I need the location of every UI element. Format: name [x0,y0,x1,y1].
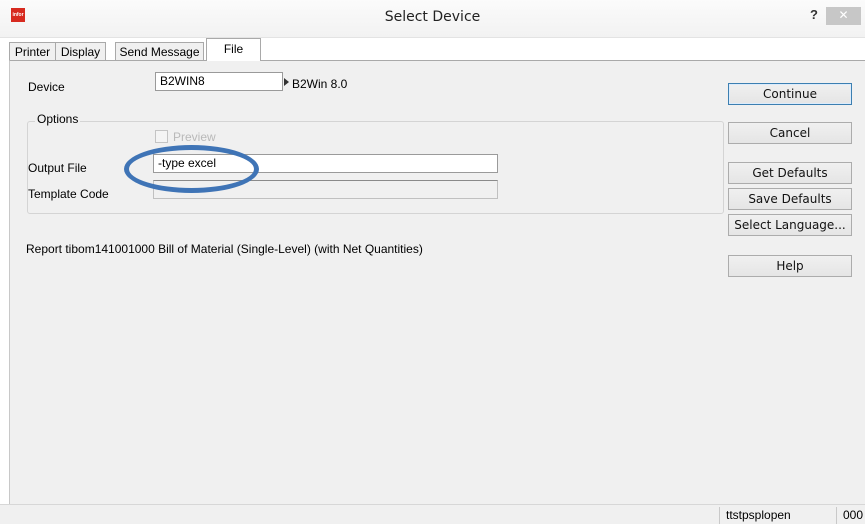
preview-checkbox[interactable] [155,130,168,143]
help-icon[interactable]: ? [803,6,825,26]
tab-display[interactable]: Display [55,42,106,60]
status-bar: ttstpsplopen 000 [0,504,865,524]
continue-button[interactable]: Continue [728,83,852,105]
output-file-input[interactable]: -type excel [153,154,498,173]
device-field[interactable]: B2WIN8 [155,72,283,91]
tab-send-message[interactable]: Send Message [115,42,204,60]
save-defaults-button[interactable]: Save Defaults [728,188,852,210]
device-zoom-arrow-icon[interactable] [284,78,289,86]
tab-printer[interactable]: Printer [9,42,56,60]
template-code-label: Template Code [28,187,109,201]
window-title: Select Device [384,9,481,25]
device-label: Device [28,80,65,94]
report-description: Report tibom141001000 Bill of Material (… [26,242,423,256]
help-button[interactable]: Help [728,255,852,277]
status-code: 000 [836,507,865,524]
close-icon[interactable]: ✕ [826,7,861,25]
title-bar: infor Select Device ? ✕ [0,0,865,38]
options-group-label: Options [35,112,81,126]
select-language-button[interactable]: Select Language... [728,214,852,236]
cancel-button[interactable]: Cancel [728,122,852,144]
status-session: ttstpsplopen [719,507,836,524]
output-file-label: Output File [28,161,87,175]
preview-label: Preview [173,130,216,144]
tab-file[interactable]: File [206,38,261,61]
get-defaults-button[interactable]: Get Defaults [728,162,852,184]
device-description: B2Win 8.0 [292,77,348,91]
template-code-input[interactable] [153,180,498,199]
